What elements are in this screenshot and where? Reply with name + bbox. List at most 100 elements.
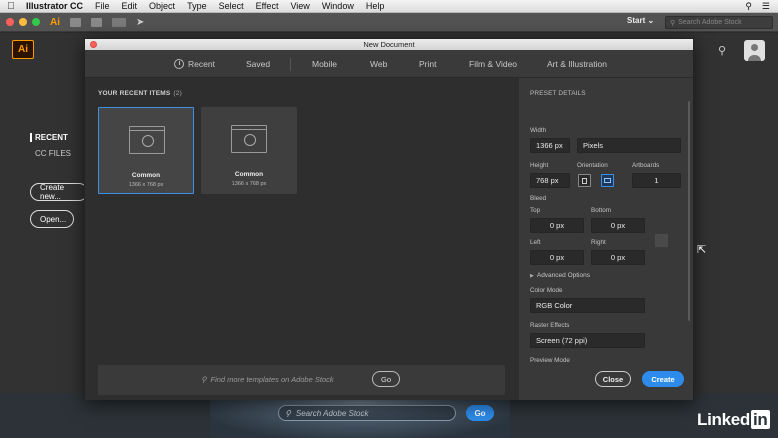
watermark-in: in bbox=[751, 410, 770, 429]
document-thumbnail-icon bbox=[231, 125, 267, 153]
menu-select[interactable]: Select bbox=[213, 0, 250, 13]
height-field[interactable]: 768 px bbox=[530, 173, 570, 188]
chevron-right-icon: ▶ bbox=[530, 272, 534, 279]
app-mark: Ai bbox=[50, 16, 60, 28]
arrange-documents-icon[interactable] bbox=[112, 17, 126, 27]
preview-mode-label: Preview Mode bbox=[530, 357, 570, 364]
watermark-text: Linked bbox=[697, 410, 750, 429]
bridge-icon[interactable] bbox=[70, 17, 81, 27]
globe-icon bbox=[142, 135, 154, 147]
close-button[interactable]: Close bbox=[595, 371, 631, 387]
create-button[interactable]: Create bbox=[642, 371, 684, 387]
document-thumbnail-icon bbox=[129, 126, 165, 154]
menu-type[interactable]: Type bbox=[181, 0, 213, 13]
template-go-button[interactable]: Go bbox=[372, 371, 400, 387]
illustrator-logo: Ai bbox=[12, 40, 34, 59]
tab-print[interactable]: Print bbox=[419, 59, 436, 69]
bleed-label: Bleed bbox=[530, 195, 547, 202]
thumbnail-bar bbox=[232, 126, 266, 130]
recent-item-dims: 1366 x 768 px bbox=[231, 181, 267, 187]
stock-search-input[interactable]: ⚲ Search Adobe Stock bbox=[665, 16, 773, 29]
template-search-input[interactable]: ⚲ Find more templates on Adobe Stock bbox=[201, 375, 334, 384]
dialog-title: New Document bbox=[363, 40, 415, 49]
apple-icon[interactable]:  bbox=[0, 1, 22, 12]
notification-center-icon[interactable]: ☰ bbox=[762, 1, 770, 12]
recent-items-label: YOUR RECENT ITEMS bbox=[98, 90, 171, 97]
window-minimize-button[interactable] bbox=[19, 18, 27, 26]
bleed-right-label: Right bbox=[591, 239, 606, 246]
recent-item-card[interactable]: Common 1366 x 768 px bbox=[201, 107, 297, 194]
tab-web[interactable]: Web bbox=[370, 59, 387, 69]
menu-help[interactable]: Help bbox=[360, 0, 391, 13]
nav-recent[interactable]: RECENT bbox=[30, 133, 68, 142]
spotlight-search-icon[interactable]: ⚲ bbox=[745, 1, 752, 12]
linkedin-watermark: Linked in bbox=[697, 410, 770, 430]
tab-recent[interactable]: Recent bbox=[174, 59, 215, 69]
globe-icon bbox=[244, 134, 256, 146]
stock-icon[interactable] bbox=[91, 17, 102, 27]
artboards-field[interactable]: 1 bbox=[632, 173, 681, 188]
menu-view[interactable]: View bbox=[284, 0, 315, 13]
bleed-right-field[interactable]: 0 px bbox=[591, 250, 645, 265]
raster-effects-label: Raster Effects bbox=[530, 322, 570, 329]
artboards-label: Artboards bbox=[632, 162, 660, 169]
search-icon[interactable]: ⚲ bbox=[718, 44, 726, 57]
bleed-bottom-field[interactable]: 0 px bbox=[591, 218, 645, 233]
orientation-label: Orientation bbox=[577, 162, 608, 169]
avatar[interactable] bbox=[744, 40, 765, 61]
thumbnail-bar bbox=[130, 127, 164, 131]
menu-effect[interactable]: Effect bbox=[250, 0, 285, 13]
tab-saved[interactable]: Saved bbox=[246, 59, 270, 69]
menu-file[interactable]: File bbox=[89, 0, 116, 13]
tab-mobile[interactable]: Mobile bbox=[312, 59, 337, 69]
color-mode-select[interactable]: RGB Color bbox=[530, 298, 645, 313]
create-new-button[interactable]: Create new... bbox=[30, 183, 88, 201]
nav-cc-files[interactable]: CC FILES bbox=[35, 149, 71, 158]
tab-art-illustration[interactable]: Art & Illustration bbox=[547, 59, 607, 69]
advanced-options-toggle[interactable]: ▶ Advanced Options bbox=[530, 272, 590, 279]
portrait-orientation-icon[interactable] bbox=[578, 174, 591, 187]
search-icon: ⚲ bbox=[201, 375, 207, 384]
window-close-button[interactable] bbox=[6, 18, 14, 26]
menu-object[interactable]: Object bbox=[143, 0, 181, 13]
workspace-switcher[interactable]: Start ⌄ bbox=[627, 16, 654, 25]
avatar-head bbox=[751, 44, 758, 51]
banner-go-button[interactable]: Go bbox=[466, 405, 494, 421]
bleed-bottom-label: Bottom bbox=[591, 207, 611, 214]
recent-items-count: (2) bbox=[173, 90, 182, 97]
window-controls bbox=[6, 18, 40, 26]
bleed-top-field[interactable]: 0 px bbox=[530, 218, 584, 233]
recent-item-dims: 1366 x 768 px bbox=[128, 182, 164, 188]
recent-item-card[interactable]: Common 1366 x 768 px bbox=[98, 107, 194, 194]
gpu-performance-icon[interactable]: ➤ bbox=[136, 17, 144, 28]
open-button[interactable]: Open... bbox=[30, 210, 74, 228]
preset-category-tabs: Recent Saved Mobile Web Print Film & Vid… bbox=[85, 50, 693, 78]
window-zoom-button[interactable] bbox=[32, 18, 40, 26]
banner-search-input[interactable]: ⚲ Search Adobe Stock bbox=[278, 405, 456, 421]
tab-divider bbox=[290, 58, 291, 71]
recent-item-name: Common bbox=[131, 172, 161, 179]
bleed-left-field[interactable]: 0 px bbox=[530, 250, 584, 265]
portrait-glyph bbox=[582, 178, 587, 184]
tab-recent-label: Recent bbox=[188, 59, 215, 69]
tab-film-video[interactable]: Film & Video bbox=[469, 59, 517, 69]
template-search-bar: ⚲ Find more templates on Adobe Stock Go bbox=[98, 365, 505, 395]
units-select[interactable]: Pixels bbox=[577, 138, 681, 153]
recent-item-name: Common bbox=[234, 171, 264, 178]
link-bleed-icon[interactable] bbox=[654, 233, 669, 248]
preset-scrollbar[interactable] bbox=[688, 101, 690, 321]
landscape-orientation-icon[interactable] bbox=[601, 174, 614, 187]
menu-edit[interactable]: Edit bbox=[116, 0, 144, 13]
new-document-dialog: New Document Recent Saved Mobile Web Pri… bbox=[84, 38, 694, 400]
width-field[interactable]: 1366 px bbox=[530, 138, 570, 153]
recent-items-heading: YOUR RECENT ITEMS (2) bbox=[98, 90, 182, 97]
height-label: Height bbox=[530, 162, 549, 169]
search-icon: ⚲ bbox=[285, 408, 291, 418]
menu-window[interactable]: Window bbox=[316, 0, 360, 13]
dialog-close-icon[interactable] bbox=[90, 41, 97, 48]
raster-effects-select[interactable]: Screen (72 ppi) bbox=[530, 333, 645, 348]
search-icon: ⚲ bbox=[670, 19, 676, 27]
clock-icon bbox=[174, 59, 184, 69]
avatar-body bbox=[748, 55, 761, 61]
menu-app-name[interactable]: Illustrator CC bbox=[22, 0, 89, 13]
